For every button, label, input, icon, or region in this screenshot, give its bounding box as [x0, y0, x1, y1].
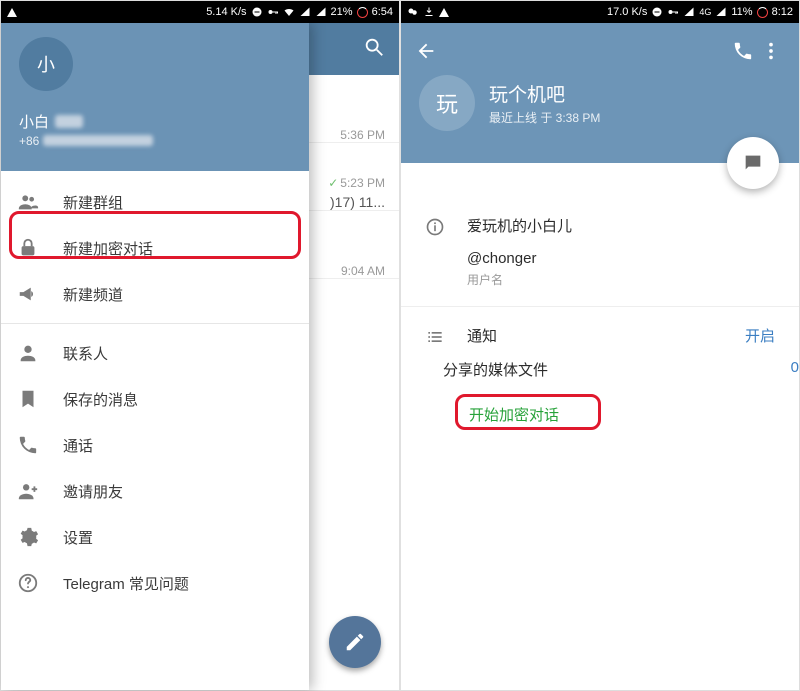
contact-icon — [17, 342, 39, 364]
status-bar: 5.14 K/s 21% 6:54 — [1, 1, 399, 23]
dnd-icon — [251, 6, 263, 18]
net-speed: 17.0 K/s — [607, 6, 647, 18]
bookmark-icon — [17, 388, 39, 410]
avatar-initial: 小 — [37, 51, 55, 77]
signal-icon-2 — [315, 6, 327, 18]
notifications-label: 通知 — [467, 325, 497, 346]
username: @chonger — [467, 250, 775, 267]
dnd-icon — [651, 6, 663, 18]
signal-icon — [683, 6, 695, 18]
profile-body: 爱玩机的小白儿 @chonger 用户名 通知 开启 分享的媒体文件 0 开始加… — [401, 163, 799, 429]
profile-header: 玩 玩个机吧 最近上线 于 3:38 PM — [401, 23, 799, 163]
display-name: 爱玩机的小白儿 — [467, 215, 775, 236]
right-phone: 17.0 K/s 4G 11% 8:12 玩 — [400, 1, 799, 690]
more-vert-icon — [760, 40, 782, 62]
net-type: 4G — [699, 7, 711, 17]
gear-icon — [17, 526, 39, 548]
drawer-item-label: 联系人 — [63, 343, 108, 364]
drawer-list: 新建群组 新建加密对话 新建频道 联系人 保存的消息 通话 — [1, 171, 309, 614]
group-icon — [17, 191, 39, 213]
status-bar: 17.0 K/s 4G 11% 8:12 — [401, 1, 799, 23]
key-icon — [267, 6, 279, 18]
avatar-initial: 玩 — [436, 87, 458, 119]
avatar: 小 — [19, 37, 73, 91]
drawer-item-label: 保存的消息 — [63, 389, 138, 410]
notifications-value: 开启 — [745, 325, 775, 346]
drawer-item-settings[interactable]: 设置 — [1, 514, 309, 560]
start-secret-chat-button[interactable]: 开始加密对话 — [467, 400, 561, 429]
search-icon[interactable] — [363, 36, 385, 63]
profile-info-row[interactable]: 爱玩机的小白儿 @chonger 用户名 — [401, 207, 799, 296]
wifi-icon — [283, 6, 295, 18]
clock-icon — [357, 7, 368, 18]
user-name: 小白 — [19, 111, 49, 132]
chat-time: 5:23 PM — [340, 176, 385, 190]
arrow-left-icon — [415, 40, 437, 62]
divider — [401, 306, 799, 307]
navigation-drawer: 小 小白 +86 新建群组 新建加密对话 新建频道 — [1, 23, 309, 690]
phone-icon — [17, 434, 39, 456]
shared-media-value: 0 — [791, 359, 799, 380]
drawer-item-new-channel[interactable]: 新建频道 — [1, 271, 309, 317]
key-icon — [667, 6, 679, 18]
overflow-menu-button[interactable] — [757, 40, 785, 62]
user-phone: +86 — [19, 134, 39, 148]
battery-pct: 21% — [331, 6, 353, 18]
net-speed: 5.14 K/s — [206, 6, 246, 18]
pencil-icon — [344, 631, 366, 653]
call-button[interactable] — [729, 40, 757, 62]
chat-bubble-icon — [742, 152, 764, 174]
drawer-item-label: 设置 — [63, 527, 93, 548]
help-icon — [17, 572, 39, 594]
shared-media-row[interactable]: 分享的媒体文件 0 — [401, 347, 799, 392]
notifications-row[interactable]: 通知 开启 — [401, 317, 799, 347]
status-time: 8:12 — [772, 6, 793, 18]
clock-icon — [757, 7, 768, 18]
battery-pct: 11% — [731, 6, 752, 18]
drawer-item-label: 新建群组 — [63, 192, 123, 213]
signal-icon-2 — [715, 6, 727, 18]
last-seen: 最近上线 于 3:38 PM — [489, 109, 600, 126]
lock-icon — [17, 237, 39, 259]
phone-icon — [732, 40, 754, 62]
divider — [1, 323, 309, 324]
username-label: 用户名 — [467, 271, 775, 288]
message-fab[interactable] — [727, 137, 779, 189]
profile-title: 玩个机吧 — [489, 80, 600, 107]
info-icon — [425, 217, 445, 237]
drawer-item-contacts[interactable]: 联系人 — [1, 330, 309, 376]
person-add-icon — [17, 480, 39, 502]
warning-icon — [439, 8, 449, 17]
chat-time: 9:04 AM — [341, 264, 385, 278]
drawer-header[interactable]: 小 小白 +86 — [1, 23, 309, 171]
back-button[interactable] — [415, 40, 437, 62]
chat-time: 5:36 PM — [340, 128, 385, 142]
drawer-item-label: 新建频道 — [63, 284, 123, 305]
avatar[interactable]: 玩 — [419, 75, 475, 131]
drawer-item-invite[interactable]: 邀请朋友 — [1, 468, 309, 514]
warning-icon — [7, 8, 17, 17]
chat-preview: )17) 11... — [330, 194, 385, 210]
drawer-item-label: 新建加密对话 — [63, 238, 153, 259]
drawer-item-label: Telegram 常见问题 — [63, 573, 189, 594]
left-phone: 5.14 K/s 21% 6:54 5:36 PM ✓5:23 PM )17) … — [1, 1, 400, 690]
drawer-item-saved-messages[interactable]: 保存的消息 — [1, 376, 309, 422]
drawer-item-faq[interactable]: Telegram 常见问题 — [1, 560, 309, 606]
list-icon — [425, 327, 445, 347]
download-icon — [423, 6, 435, 18]
read-checks-icon: ✓ — [328, 176, 338, 190]
status-time: 6:54 — [372, 6, 393, 18]
wechat-icon — [407, 6, 419, 18]
drawer-item-label: 通话 — [63, 435, 93, 456]
drawer-item-label: 邀请朋友 — [63, 481, 123, 502]
drawer-item-calls[interactable]: 通话 — [1, 422, 309, 468]
megaphone-icon — [17, 283, 39, 305]
drawer-item-new-secret-chat[interactable]: 新建加密对话 — [1, 225, 309, 271]
compose-fab[interactable] — [329, 616, 381, 668]
shared-media-label: 分享的媒体文件 — [443, 359, 548, 380]
drawer-item-new-group[interactable]: 新建群组 — [1, 179, 309, 225]
signal-icon — [299, 6, 311, 18]
